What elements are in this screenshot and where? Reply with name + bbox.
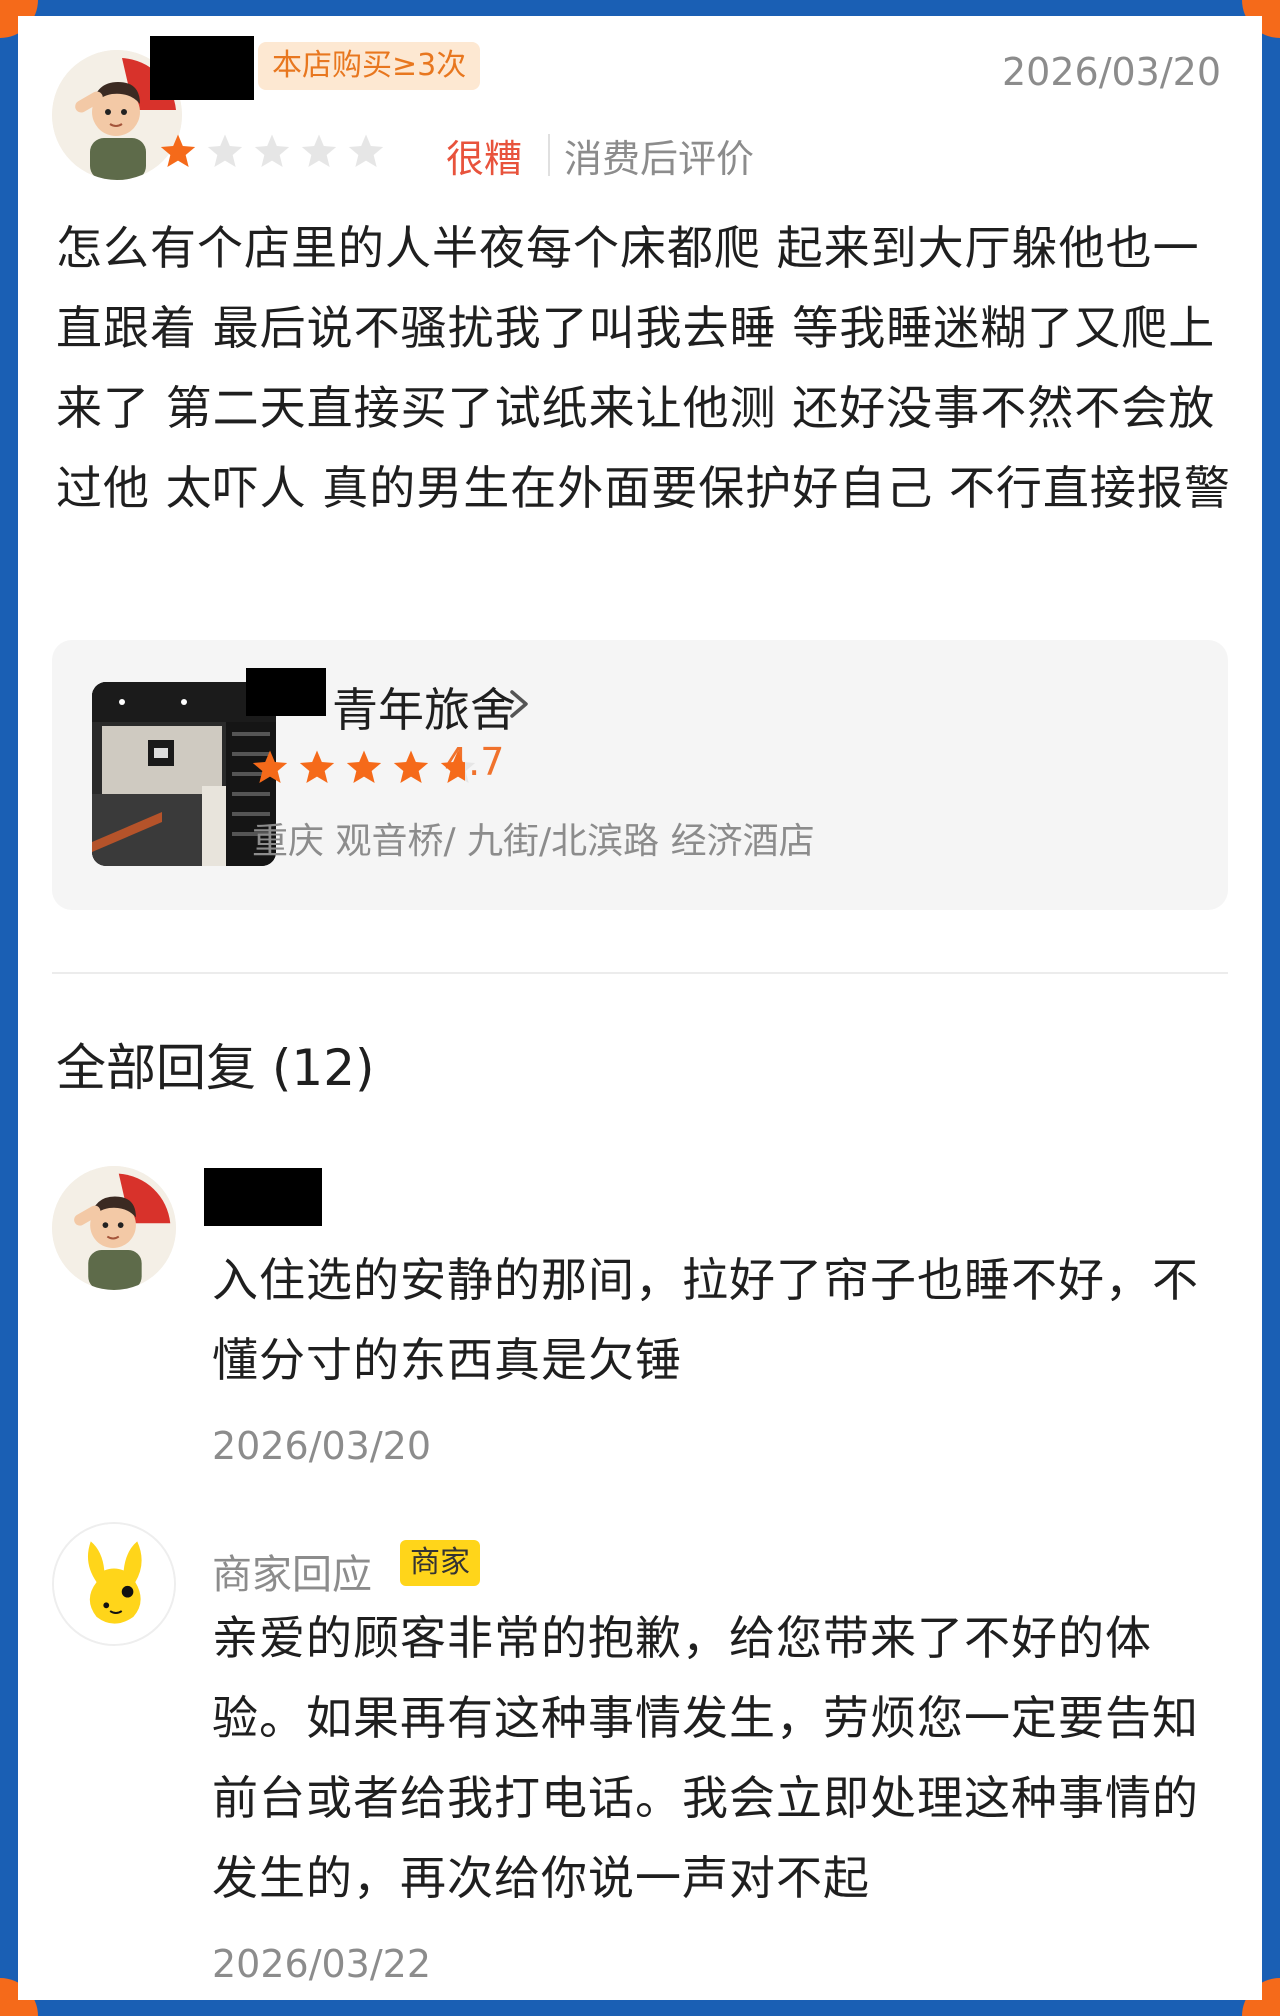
- review-text: 怎么有个店里的人半夜每个床都爬 起来到大厅躲他也一直跟着 最后说不骚扰我了叫我去…: [56, 221, 1231, 515]
- merchant-reply-text: 亲爱的顾客非常的抱歉，给您带来了不好的体验。如果再有这种事情发生，劳烦您一定要告…: [212, 1611, 1199, 1905]
- merchant-reply-date: 2026/03/22: [212, 1942, 432, 1986]
- shop-name: 青年旅舍: [332, 683, 516, 737]
- shop-card[interactable]: 青年旅舍 4.7 重庆 观音桥/ 九街/北滨路 经济酒店: [52, 640, 1228, 910]
- star-icon: [207, 134, 243, 167]
- reply-date: 2026/03/20: [212, 1424, 432, 1468]
- star-icon: [299, 750, 335, 783]
- star-icon: [252, 750, 288, 783]
- reply-text: 入住选的安静的那间，拉好了帘子也睡不好，不懂分寸的东西真是欠锤: [212, 1253, 1199, 1387]
- star-icon: [440, 750, 476, 783]
- rating-label: 很糟: [446, 137, 523, 181]
- star-icon: [346, 750, 382, 783]
- review-detail-page: 本店购买≥3次 2026/03/20 很糟 消费后评价 怎么有个店里的人半夜每个…: [18, 16, 1262, 2000]
- merchant-reply-author: 商家回应: [212, 1552, 372, 1598]
- replies-title: 全部回复 (12): [56, 1039, 375, 1097]
- shop-address: 重庆 观音桥/ 九街/北滨路 经济酒店: [252, 821, 815, 862]
- redacted-username: [150, 36, 254, 100]
- divider: [548, 134, 550, 176]
- star-icon: [160, 134, 196, 167]
- star-icon: [393, 750, 429, 783]
- star-icon: [301, 134, 337, 167]
- star-icon: [254, 134, 290, 167]
- reply-avatar[interactable]: [52, 1166, 176, 1290]
- merchant-avatar[interactable]: [52, 1522, 176, 1646]
- redacted-reply-username: [204, 1168, 322, 1226]
- post-consumption-tag: 消费后评价: [564, 137, 755, 181]
- chevron-right-icon: [510, 690, 528, 718]
- star-icon: [348, 134, 384, 167]
- review-date: 2026/03/20: [1002, 50, 1222, 94]
- redacted-shop-name: [246, 668, 326, 716]
- merchant-badge: 商家: [400, 1540, 480, 1586]
- repeat-purchase-badge: 本店购买≥3次: [258, 42, 481, 90]
- section-divider: [52, 972, 1228, 974]
